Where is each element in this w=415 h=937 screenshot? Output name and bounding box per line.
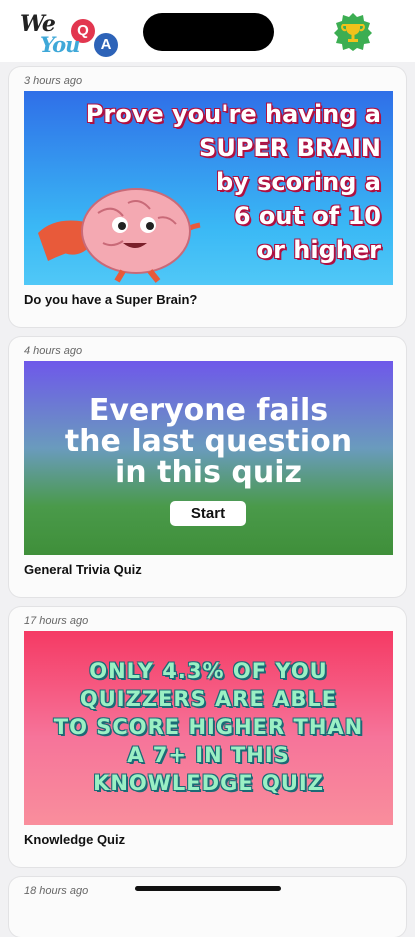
quiz-thumbnail[interactable]: Prove you're having a SUPER BRAIN by sco… — [24, 91, 393, 285]
dynamic-island — [143, 13, 274, 51]
home-indicator[interactable] — [135, 886, 281, 891]
logo-you-text: You — [40, 32, 80, 57]
quiz-card[interactable]: 4 hours ago Everyone fails the last ques… — [9, 337, 406, 597]
top-bar: We Q You A — [0, 0, 415, 62]
logo-a-bubble: A — [94, 33, 118, 57]
quiz-card[interactable]: 17 hours ago ONLY 4.3% OF YOU QUIZZERS A… — [9, 607, 406, 867]
post-time: 17 hours ago — [24, 615, 89, 627]
quiz-title[interactable]: Do you have a Super Brain? — [24, 292, 197, 307]
thumbnail-text: ONLY 4.3% OF YOU QUIZZERS ARE ABLE TO SC… — [53, 659, 364, 795]
post-time: 4 hours ago — [24, 345, 83, 357]
thumbnail-text: Everyone fails the last question in this… — [64, 393, 353, 490]
start-button[interactable]: Start — [170, 501, 246, 526]
quiz-thumbnail[interactable]: ONLY 4.3% OF YOU QUIZZERS ARE ABLE TO SC… — [24, 631, 393, 825]
trophy-icon[interactable] — [333, 12, 373, 52]
quiz-thumbnail[interactable]: Everyone fails the last question in this… — [24, 361, 393, 555]
thumbnail-text: Prove you're having a SUPER BRAIN by sco… — [85, 100, 381, 264]
weqa-logo[interactable]: We Q You A — [18, 8, 128, 60]
quiz-title[interactable]: Knowledge Quiz — [24, 832, 125, 847]
post-time: 18 hours ago — [24, 885, 89, 897]
quiz-card[interactable]: 3 hours ago Prove you're having a SUPER … — [9, 67, 406, 327]
post-time: 3 hours ago — [24, 75, 83, 87]
quiz-title[interactable]: General Trivia Quiz — [24, 562, 142, 577]
